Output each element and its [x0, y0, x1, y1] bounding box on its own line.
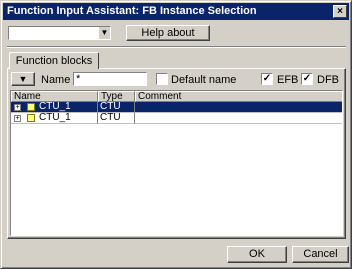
close-button[interactable]: × — [333, 5, 347, 18]
dfb-checkbox[interactable]: ✓ — [301, 73, 313, 85]
check-icon: ✓ — [262, 73, 272, 84]
expand-icon[interactable]: + — [14, 115, 21, 122]
expand-icon[interactable]: + — [14, 104, 21, 111]
efb-label: EFB — [277, 74, 299, 86]
instance-name: CTU_1 — [39, 112, 71, 123]
cell-type: CTU — [98, 113, 135, 124]
default-name-checkbox[interactable] — [156, 73, 168, 85]
efb-checkbox[interactable]: ✓ — [261, 73, 273, 85]
ok-button[interactable]: OK — [227, 246, 287, 263]
function-block-icon — [27, 114, 35, 122]
function-block-icon — [27, 103, 35, 111]
help-about-button[interactable]: Help about — [126, 25, 210, 41]
default-name-label: Default name — [171, 74, 237, 86]
dfb-label: DFB — [317, 74, 339, 86]
name-filter-input[interactable]: * — [73, 72, 147, 86]
name-label: Name — [41, 74, 71, 86]
filter-button[interactable]: ▼ — [11, 72, 35, 86]
filter-icon: ▼ — [18, 74, 28, 84]
dialog-title: Function Input Assistant: FB Instance Se… — [7, 5, 257, 17]
title-bar[interactable]: Function Input Assistant: FB Instance Se… — [3, 3, 349, 20]
cell-comment — [135, 113, 342, 124]
table-row[interactable]: + CTU_1 CTU — [11, 113, 342, 124]
separator — [7, 46, 346, 48]
cancel-button[interactable]: Cancel — [292, 246, 349, 263]
cell-comment — [135, 102, 342, 113]
instance-list[interactable]: Name Type Comment + CTU_1 CTU + CTU_1 CT… — [10, 90, 343, 236]
column-header-comment[interactable]: Comment — [135, 91, 342, 102]
instance-name: CTU_1 — [39, 101, 71, 112]
dialog-window: Function Input Assistant: FB Instance Se… — [0, 0, 352, 269]
close-icon: × — [337, 6, 343, 17]
tab-function-blocks[interactable]: Function blocks — [9, 52, 99, 69]
cell-name: + CTU_1 — [11, 113, 98, 124]
library-combo[interactable]: ▼ — [8, 26, 111, 40]
check-icon: ✓ — [302, 73, 312, 84]
chevron-down-icon[interactable]: ▼ — [99, 27, 110, 39]
